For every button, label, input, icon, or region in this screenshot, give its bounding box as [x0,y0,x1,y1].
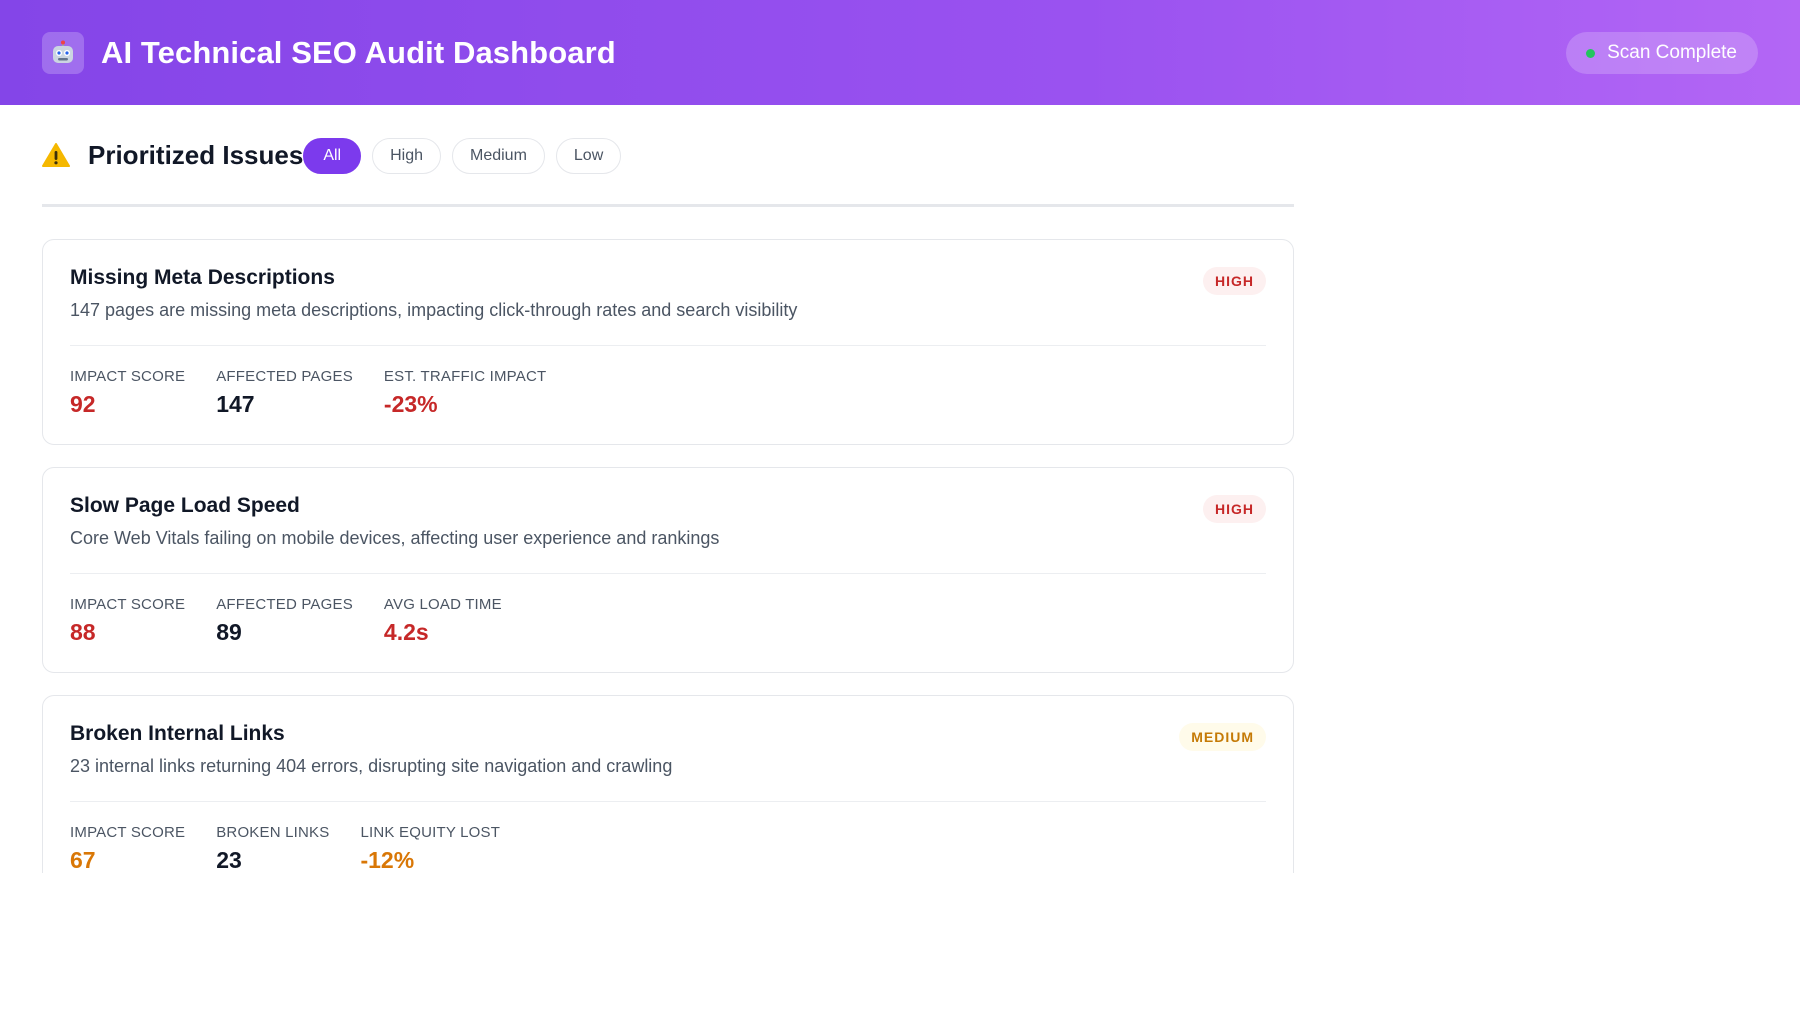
card-divider [70,345,1266,346]
metric-affected-pages: AFFECTED PAGES 147 [216,368,353,418]
issue-description: Core Web Vitals failing on mobile device… [70,528,720,548]
issues-section-header: Prioritized Issues All High Medium Low [42,105,1294,207]
metric-impact-score: IMPACT SCORE 88 [70,596,185,646]
metric-impact-score: IMPACT SCORE 67 [70,824,185,873]
issue-list: Missing Meta Descriptions 147 pages are … [42,239,1294,873]
scan-status-label: Scan Complete [1607,42,1737,63]
issue-description: 23 internal links returning 404 errors, … [70,756,673,776]
metric-value: 88 [70,619,96,645]
main-content: Prioritized Issues All High Medium Low M… [42,105,1294,895]
issue-title: Broken Internal Links [70,722,285,745]
metric-label: BROKEN LINKS [216,824,330,841]
metric-label: IMPACT SCORE [70,596,186,613]
metric-value: 92 [70,391,96,417]
issue-metrics: IMPACT SCORE 92 AFFECTED PAGES 147 EST. … [70,368,1266,418]
issue-description: 147 pages are missing meta descriptions,… [70,300,798,320]
issue-card-slow-load[interactable]: Slow Page Load Speed Core Web Vitals fai… [42,467,1294,673]
severity-filter-group: All High Medium Low [303,137,632,174]
issue-card-broken-links[interactable]: Broken Internal Links 23 internal links … [42,695,1294,873]
metric-traffic-impact: EST. TRAFFIC IMPACT -23% [384,368,546,418]
metric-link-equity: LINK EQUITY LOST -12% [360,824,500,873]
severity-badge: HIGH [1203,267,1266,295]
severity-badge: MEDIUM [1179,723,1266,751]
metric-value: 67 [70,847,96,873]
issue-card-missing-meta[interactable]: Missing Meta Descriptions 147 pages are … [42,239,1294,445]
issue-metrics: IMPACT SCORE 88 AFFECTED PAGES 89 AVG LO… [70,596,1266,646]
status-dot-icon [1586,48,1596,58]
metric-label: AFFECTED PAGES [216,596,353,613]
issue-metrics: IMPACT SCORE 67 BROKEN LINKS 23 LINK EQU… [70,824,1266,873]
metric-label: IMPACT SCORE [70,824,186,841]
metric-value: -12% [360,847,415,873]
filter-medium-button[interactable]: Medium [452,137,545,174]
metric-impact-score: IMPACT SCORE 92 [70,368,185,418]
severity-badge: HIGH [1203,495,1266,523]
metric-value: 23 [216,847,242,873]
metric-label: AVG LOAD TIME [383,596,502,613]
card-divider [70,801,1266,802]
metric-value: 89 [216,619,242,645]
metric-value: -23% [383,391,438,417]
metric-label: AFFECTED PAGES [216,368,353,385]
filter-high-button[interactable]: High [372,137,441,174]
warning-icon [42,142,70,173]
metric-load-time: AVG LOAD TIME 4.2s [384,596,502,646]
metric-broken-links: BROKEN LINKS 23 [216,824,329,873]
metric-label: LINK EQUITY LOST [360,824,501,841]
issues-section-title: Prioritized Issues [88,140,304,170]
scan-status-badge: Scan Complete [1566,32,1758,74]
filter-all-button[interactable]: All [303,137,362,174]
metric-label: IMPACT SCORE [70,368,186,385]
metric-value: 4.2s [383,619,429,645]
filter-low-button[interactable]: Low [555,137,622,174]
issue-title: Slow Page Load Speed [70,494,300,517]
metric-affected-pages: AFFECTED PAGES 89 [216,596,353,646]
metric-label: EST. TRAFFIC IMPACT [383,368,547,385]
card-divider [70,573,1266,574]
robot-icon [42,31,84,74]
app-header: AI Technical SEO Audit Dashboard Scan Co… [0,0,1800,105]
metric-value: 147 [216,391,255,417]
app-title: AI Technical SEO Audit Dashboard [101,34,616,70]
issue-title: Missing Meta Descriptions [70,266,335,289]
